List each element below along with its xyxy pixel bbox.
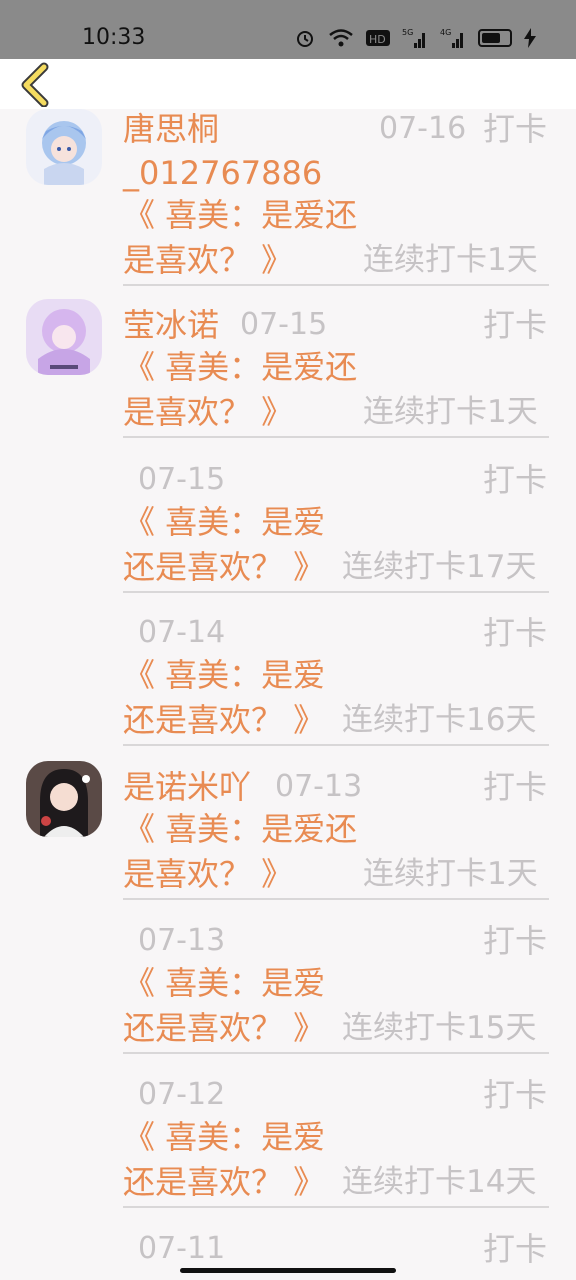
user-name[interactable]: 唐思桐 bbox=[123, 106, 219, 152]
list-item[interactable]: 唐思桐 07-16 打卡 _012767886 《 喜美：是爱还 是喜欢？ 》 … bbox=[0, 109, 576, 287]
avatar[interactable] bbox=[26, 761, 102, 837]
checkin-label: 打卡 bbox=[483, 614, 548, 652]
book-title[interactable]: 《 喜美：是爱 bbox=[123, 499, 325, 545]
list-item[interactable]: 07-14 打卡 《 喜美：是爱 还是喜欢？ 》 连续打卡16天 bbox=[0, 607, 576, 747]
checkin-label: 打卡 bbox=[483, 1076, 548, 1114]
entry-date: 07-12 bbox=[138, 1077, 226, 1112]
user-name-continued[interactable]: _012767886 bbox=[123, 150, 322, 196]
list-item[interactable]: 是诺米吖 07-13 打卡 《 喜美：是爱还 是喜欢？ 》 连续打卡1天 bbox=[0, 761, 576, 901]
chevron-left-icon bbox=[21, 62, 49, 108]
book-title[interactable]: 《 喜美：是爱还 bbox=[123, 192, 357, 238]
book-title-continued[interactable]: 是喜欢？ 》 bbox=[123, 389, 293, 435]
user-name[interactable]: 是诺米吖 bbox=[123, 764, 251, 810]
divider bbox=[123, 436, 549, 438]
entry-date: 07-13 bbox=[275, 769, 363, 804]
divider bbox=[123, 898, 549, 900]
book-title-continued[interactable]: 还是喜欢？ 》 bbox=[123, 1159, 325, 1205]
checkin-label: 打卡 bbox=[483, 1230, 548, 1268]
book-title-continued[interactable]: 还是喜欢？ 》 bbox=[123, 544, 325, 590]
status-icons: HD 5G 4G bbox=[294, 24, 536, 52]
book-title-continued[interactable]: 还是喜欢？ 》 bbox=[123, 1005, 325, 1051]
list-item[interactable]: 07-15 打卡 《 喜美：是爱 还是喜欢？ 》 连续打卡17天 bbox=[0, 454, 576, 594]
book-title[interactable]: 《 喜美：是爱 bbox=[123, 1114, 325, 1160]
streak-text: 连续打卡1天 bbox=[363, 856, 538, 892]
back-button[interactable] bbox=[12, 61, 60, 108]
avatar[interactable] bbox=[26, 109, 102, 185]
list-item[interactable]: 莹冰诺 07-15 打卡 《 喜美：是爱还 是喜欢？ 》 连续打卡1天 bbox=[0, 299, 576, 439]
status-time: 10:33 bbox=[82, 25, 146, 50]
streak-text: 连续打卡1天 bbox=[363, 394, 538, 430]
alarm-icon bbox=[297, 31, 313, 47]
home-indicator[interactable] bbox=[180, 1268, 396, 1273]
book-title-continued[interactable]: 还是喜欢？ 》 bbox=[123, 697, 325, 743]
4g-signal-icon: 4G bbox=[440, 28, 463, 48]
wifi-icon bbox=[329, 29, 353, 47]
book-title-continued[interactable]: 是喜欢？ 》 bbox=[123, 851, 293, 897]
checkin-label: 打卡 bbox=[483, 110, 548, 148]
book-title[interactable]: 《 喜美：是爱还 bbox=[123, 344, 357, 390]
entry-date: 07-13 bbox=[138, 923, 226, 958]
checkin-label: 打卡 bbox=[483, 306, 548, 344]
divider bbox=[123, 591, 549, 593]
entry-date: 07-11 bbox=[138, 1231, 226, 1266]
svg-text:HD: HD bbox=[369, 33, 386, 46]
checkin-label: 打卡 bbox=[483, 768, 548, 806]
book-title[interactable]: 《 喜美：是爱 bbox=[123, 652, 325, 698]
list-item[interactable]: 07-12 打卡 《 喜美：是爱 还是喜欢？ 》 连续打卡14天 bbox=[0, 1069, 576, 1209]
entry-date: 07-14 bbox=[138, 615, 226, 650]
streak-text: 连续打卡17天 bbox=[342, 549, 537, 585]
divider bbox=[123, 284, 549, 286]
divider bbox=[123, 1206, 549, 1208]
divider bbox=[123, 744, 549, 746]
status-bar: 10:33 HD 5G 4G bbox=[0, 0, 576, 59]
5g-signal-icon: 5G bbox=[402, 28, 425, 48]
streak-text: 连续打卡15天 bbox=[342, 1010, 537, 1046]
streak-text: 连续打卡14天 bbox=[342, 1164, 537, 1200]
streak-text: 连续打卡1天 bbox=[363, 242, 538, 278]
top-nav bbox=[0, 59, 576, 109]
checkin-label: 打卡 bbox=[483, 461, 548, 499]
user-name[interactable]: 莹冰诺 bbox=[123, 302, 219, 348]
book-title[interactable]: 《 喜美：是爱 bbox=[123, 960, 325, 1006]
avatar[interactable] bbox=[26, 299, 102, 375]
book-title-continued[interactable]: 是喜欢？ 》 bbox=[123, 237, 293, 283]
entry-date: 07-16 bbox=[379, 111, 467, 146]
list-item[interactable]: 07-13 打卡 《 喜美：是爱 还是喜欢？ 》 连续打卡15天 bbox=[0, 915, 576, 1055]
hd-icon: HD bbox=[366, 30, 390, 46]
battery-icon bbox=[478, 29, 512, 47]
checkin-label: 打卡 bbox=[483, 922, 548, 960]
svg-text:5G: 5G bbox=[402, 28, 413, 37]
entry-date: 07-15 bbox=[138, 462, 226, 497]
charging-icon bbox=[524, 28, 536, 48]
entry-date: 07-15 bbox=[240, 307, 328, 342]
svg-text:4G: 4G bbox=[440, 28, 451, 37]
book-title[interactable]: 《 喜美：是爱还 bbox=[123, 806, 357, 852]
divider bbox=[123, 1052, 549, 1054]
streak-text: 连续打卡16天 bbox=[342, 702, 537, 738]
